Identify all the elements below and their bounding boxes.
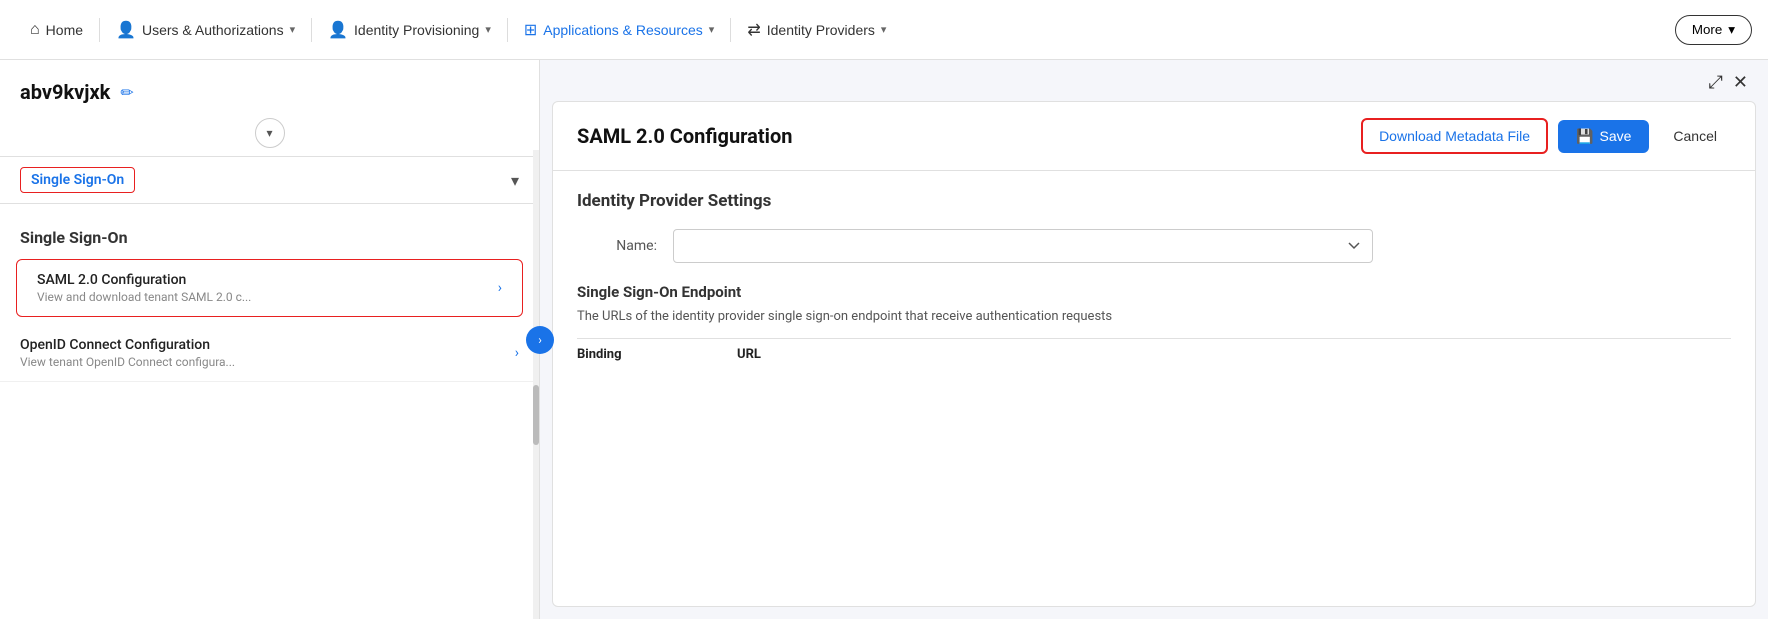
binding-col-header: Binding xyxy=(577,347,697,362)
collapse-button[interactable]: ▾ xyxy=(255,118,285,148)
name-label: Name: xyxy=(577,238,657,254)
nav-idp[interactable]: ⇄ Identity Providers ▾ xyxy=(733,0,900,59)
openid-item-desc: View tenant OpenID Connect configura... xyxy=(20,355,235,369)
name-select[interactable] xyxy=(673,229,1373,263)
saml-chevron-icon: › xyxy=(498,280,502,296)
close-icon[interactable]: ✕ xyxy=(1733,72,1748,93)
edit-icon[interactable]: ✏ xyxy=(120,83,133,102)
panel-expand-arrow[interactable]: › xyxy=(526,326,554,354)
list-item[interactable]: SAML 2.0 Configuration View and download… xyxy=(16,259,523,317)
cancel-button[interactable]: Cancel xyxy=(1659,120,1731,152)
left-scroll-thumb xyxy=(533,385,539,445)
top-navigation: ⌂ Home 👤 Users & Authorizations ▾ 👤 Iden… xyxy=(0,0,1768,60)
section-collapse-icon[interactable]: ▾ xyxy=(511,171,519,190)
menu-section-title: Single Sign-On xyxy=(0,220,539,259)
nav-divider-4 xyxy=(730,18,731,42)
left-panel-header: abv9kvjxk ✏ xyxy=(0,60,539,114)
identity-icon: 👤 xyxy=(328,20,348,40)
apps-chevron-icon: ▾ xyxy=(709,23,715,36)
right-panel-topbar: ⤢ ✕ xyxy=(540,60,1768,101)
home-icon: ⌂ xyxy=(30,21,40,39)
collapse-row: ▾ xyxy=(0,114,539,156)
idp-chevron-icon: ▾ xyxy=(881,23,887,36)
sso-endpoint-desc: The URLs of the identity provider single… xyxy=(577,309,1731,324)
openid-item-title: OpenID Connect Configuration xyxy=(20,337,235,353)
download-metadata-button[interactable]: Download Metadata File xyxy=(1361,118,1548,154)
more-chevron-icon: ▾ xyxy=(1728,22,1735,38)
nav-users[interactable]: 👤 Users & Authorizations ▾ xyxy=(102,0,309,59)
users-icon: 👤 xyxy=(116,20,136,40)
left-panel: abv9kvjxk ✏ ▾ Single Sign-On ▾ Single Si… xyxy=(0,60,540,619)
sso-endpoint-title: Single Sign-On Endpoint xyxy=(577,283,1731,301)
saml-item-desc: View and download tenant SAML 2.0 c... xyxy=(37,290,251,304)
name-form-row: Name: xyxy=(577,229,1731,263)
table-header-row: Binding URL xyxy=(577,338,1731,370)
single-signon-label[interactable]: Single Sign-On xyxy=(20,167,135,193)
identity-chevron-icon: ▾ xyxy=(485,23,491,36)
nav-more-button[interactable]: More ▾ xyxy=(1675,15,1752,45)
nav-divider-1 xyxy=(99,18,100,42)
openid-chevron-icon: › xyxy=(515,345,519,361)
menu-item-text-openid: OpenID Connect Configuration View tenant… xyxy=(20,337,235,369)
main-layout: abv9kvjxk ✏ ▾ Single Sign-On ▾ Single Si… xyxy=(0,60,1768,619)
chevron-down-icon: ▾ xyxy=(266,126,272,140)
right-panel-body: Identity Provider Settings Name: Single … xyxy=(553,171,1755,390)
apps-icon: ⊞ xyxy=(524,20,537,40)
left-scrollbar[interactable] xyxy=(533,150,539,619)
section-header-row: Single Sign-On ▾ xyxy=(0,156,539,204)
save-button[interactable]: 💾 Save xyxy=(1558,120,1649,153)
right-panel-actions: Download Metadata File 💾 Save Cancel xyxy=(1361,118,1731,154)
idp-icon: ⇄ xyxy=(747,20,760,40)
url-col-header: URL xyxy=(737,347,857,362)
arrow-right-icon: › xyxy=(538,333,542,347)
nav-divider-3 xyxy=(507,18,508,42)
nav-home[interactable]: ⌂ Home xyxy=(16,0,97,59)
right-panel-content: SAML 2.0 Configuration Download Metadata… xyxy=(552,101,1756,607)
right-panel: › ⤢ ✕ SAML 2.0 Configuration Download Me… xyxy=(540,60,1768,619)
tenant-title: abv9kvjxk xyxy=(20,80,110,104)
menu-item-text-saml: SAML 2.0 Configuration View and download… xyxy=(37,272,251,304)
users-chevron-icon: ▾ xyxy=(290,23,296,36)
left-panel-body: Single Sign-On SAML 2.0 Configuration Vi… xyxy=(0,204,539,398)
nav-divider-2 xyxy=(311,18,312,42)
nav-identity[interactable]: 👤 Identity Provisioning ▾ xyxy=(314,0,505,59)
right-panel-header: SAML 2.0 Configuration Download Metadata… xyxy=(553,102,1755,171)
nav-apps[interactable]: ⊞ Applications & Resources ▾ xyxy=(510,0,728,59)
list-item[interactable]: OpenID Connect Configuration View tenant… xyxy=(0,325,539,382)
saml-item-title: SAML 2.0 Configuration xyxy=(37,272,251,288)
expand-icon[interactable]: ⤢ xyxy=(1709,72,1723,93)
panel-heading: SAML 2.0 Configuration xyxy=(577,124,792,148)
save-disk-icon: 💾 xyxy=(1576,128,1593,145)
idp-settings-title: Identity Provider Settings xyxy=(577,191,1731,211)
